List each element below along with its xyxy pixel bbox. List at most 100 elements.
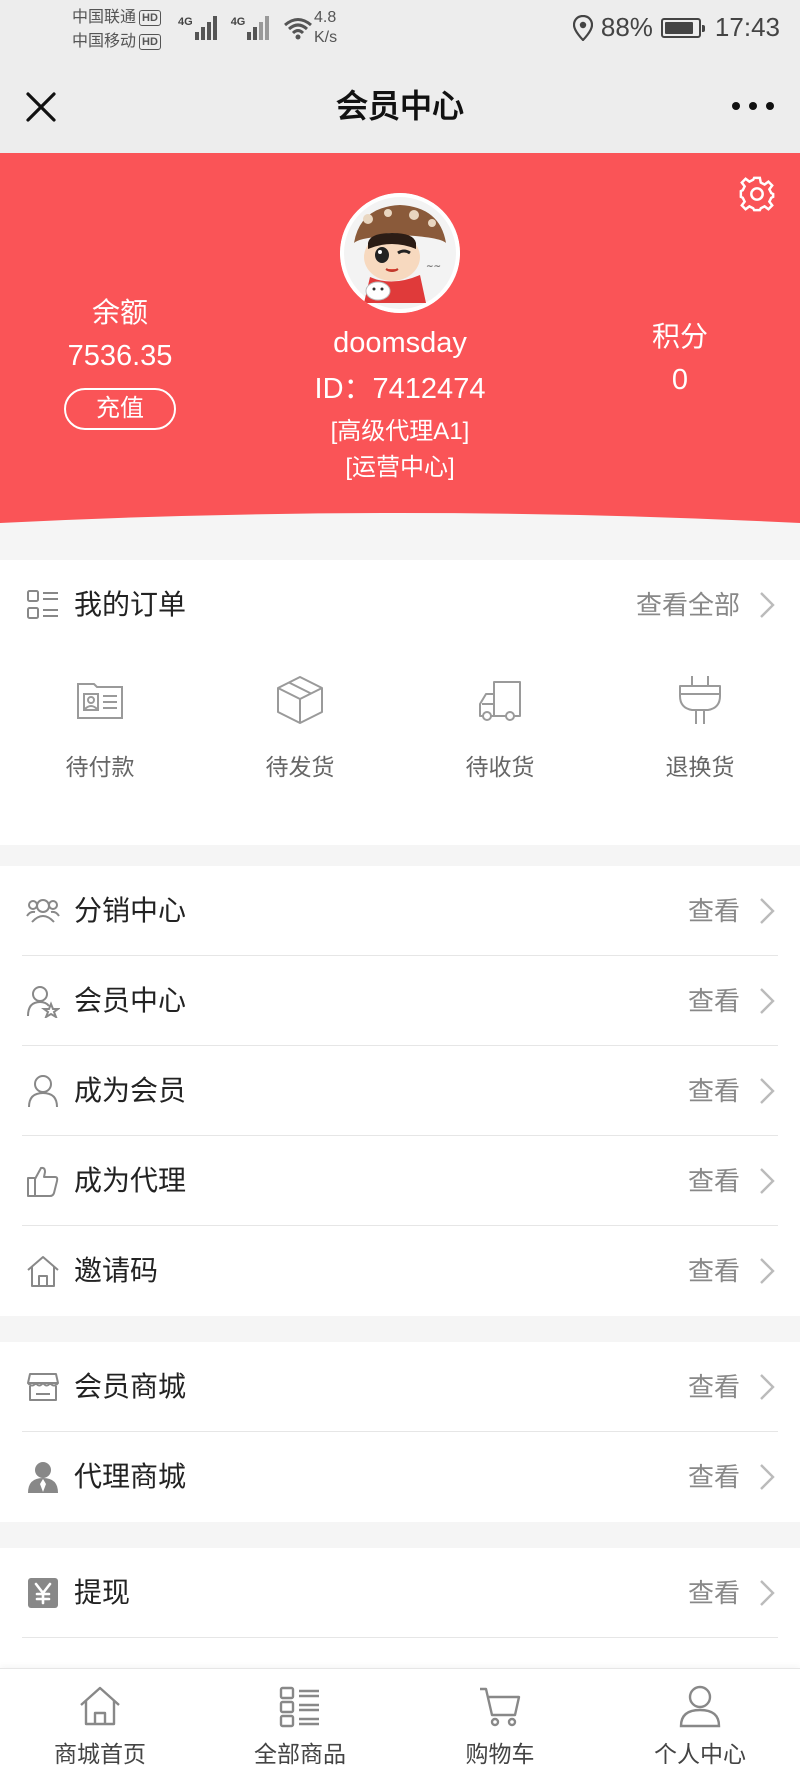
menu-item-link[interactable]: 查看 bbox=[688, 1070, 740, 1112]
group-icon bbox=[26, 899, 60, 923]
menu-group-finance: 提现 查看 bbox=[0, 1548, 800, 1668]
menu-item-label: 会员中心 bbox=[74, 985, 187, 1016]
menu-item-link[interactable]: 查看 bbox=[688, 1572, 740, 1614]
user-center-tag: [运营中心] bbox=[345, 454, 455, 481]
menu-item-label: 提现 bbox=[74, 1577, 131, 1608]
tab-profile[interactable]: 个人中心 bbox=[600, 1669, 800, 1778]
chevron-right-icon bbox=[760, 1464, 775, 1490]
clock: 17:43 bbox=[714, 12, 780, 42]
signal-icon bbox=[247, 16, 270, 40]
menu-item-link[interactable]: 查看 bbox=[688, 980, 740, 1022]
hd-badge-2: HD bbox=[139, 34, 161, 50]
battery-fill bbox=[664, 21, 694, 34]
menu-item-agent-store[interactable]: 代理商城 查看 bbox=[0, 1432, 800, 1522]
chevron-right-icon bbox=[760, 1374, 775, 1400]
home-icon bbox=[27, 1256, 59, 1287]
chevron-right-icon bbox=[760, 1168, 775, 1194]
menu-item-link[interactable]: 查看 bbox=[688, 1366, 740, 1408]
order-status-list: 待付款 待发货 待收货 退换货 bbox=[0, 660, 800, 810]
signal-icon-1: 4G bbox=[178, 14, 221, 40]
tab-cart[interactable]: 购物车 bbox=[400, 1669, 600, 1778]
tab-label: 全部商品 bbox=[254, 1741, 346, 1767]
divider bbox=[22, 1637, 778, 1638]
box-icon bbox=[277, 676, 323, 724]
bottom-tab-bar: 商城首页 全部商品 购物车 个人中心 bbox=[0, 1668, 800, 1778]
order-status-returns[interactable]: 退换货 bbox=[600, 660, 800, 810]
chevron-right-icon bbox=[760, 1580, 775, 1606]
network-speed-unit: K/s bbox=[314, 29, 338, 46]
tab-all-products[interactable]: 全部商品 bbox=[200, 1669, 400, 1778]
menu-item-link[interactable]: 查看 bbox=[688, 1160, 740, 1202]
order-status-label: 待发货 bbox=[265, 754, 335, 780]
id-card-icon bbox=[77, 683, 123, 719]
order-status-label: 待付款 bbox=[65, 754, 135, 780]
points-label: 积分 bbox=[651, 321, 708, 352]
menu-item-become-member[interactable]: 成为会员 查看 bbox=[0, 1046, 800, 1136]
user-id: ID：7412474 bbox=[314, 373, 486, 405]
points-value: 0 bbox=[671, 364, 689, 396]
menu-item-member-store[interactable]: 会员商城 查看 bbox=[0, 1342, 800, 1432]
yen-icon bbox=[28, 1578, 58, 1608]
battery-icon bbox=[660, 17, 705, 38]
app-root: 中国联通 HD 中国移动 HD 4G 4G 4.8 K/s 88% 17:43 … bbox=[0, 0, 800, 1778]
view-all-link[interactable]: 查看全部 bbox=[636, 584, 740, 626]
recharge-button[interactable]: 充值 bbox=[64, 388, 176, 430]
signal-icon bbox=[194, 16, 217, 40]
menu-item-label: 会员商城 bbox=[74, 1371, 187, 1402]
user-icon bbox=[679, 1685, 721, 1728]
menu-item-link[interactable]: 查看 bbox=[688, 1250, 740, 1292]
carrier-1-name: 中国联通 bbox=[72, 9, 137, 26]
network-speed-value: 4.8 bbox=[314, 9, 337, 26]
order-status-pending-payment[interactable]: 待付款 bbox=[0, 660, 200, 810]
chevron-right-icon bbox=[760, 988, 775, 1014]
chevron-right-icon bbox=[760, 592, 775, 618]
carrier-2: 中国移动 HD bbox=[72, 30, 161, 54]
order-status-pending-receipt[interactable]: 待收货 bbox=[400, 660, 600, 810]
tab-label: 购物车 bbox=[465, 1741, 535, 1767]
menu-item-link[interactable]: 查看 bbox=[688, 890, 740, 932]
menu-item-link[interactable]: 查看 bbox=[688, 1456, 740, 1498]
tab-label: 商城首页 bbox=[54, 1741, 146, 1767]
menu-item-label: 成为代理 bbox=[74, 1165, 187, 1196]
plug-icon bbox=[679, 676, 721, 724]
carrier-2-name: 中国移动 bbox=[72, 33, 137, 50]
menu-item-label: 成为会员 bbox=[74, 1075, 187, 1106]
network-type-1: 4G bbox=[178, 16, 193, 28]
agent-icon bbox=[28, 1462, 58, 1493]
points-block: 积分 0 bbox=[600, 320, 760, 400]
user-icon bbox=[28, 1075, 58, 1108]
menu-item-invite-code[interactable]: 邀请码 查看 bbox=[0, 1226, 800, 1316]
tab-home[interactable]: 商城首页 bbox=[0, 1669, 200, 1778]
order-status-label: 待收货 bbox=[465, 754, 535, 780]
nav-bar: 会员中心 bbox=[0, 60, 800, 153]
battery-percentage: 88% bbox=[600, 12, 653, 42]
my-orders-row[interactable]: 我的订单 查看全部 bbox=[0, 560, 800, 650]
more-icon[interactable] bbox=[728, 86, 778, 126]
tab-label: 个人中心 bbox=[654, 1741, 746, 1767]
user-info: doomsday ID：7412474 [高级代理A1] [运营中心] bbox=[250, 323, 550, 485]
menu-group-stores: 会员商城 查看 代理商城 查看 bbox=[0, 1342, 800, 1522]
menu-item-become-agent[interactable]: 成为代理 查看 bbox=[0, 1136, 800, 1226]
gear-icon[interactable] bbox=[738, 175, 776, 213]
avatar[interactable]: ~~ bbox=[340, 193, 460, 313]
wifi-icon bbox=[284, 18, 313, 40]
status-right: 88% 17:43 bbox=[572, 12, 780, 43]
order-list-icon bbox=[27, 590, 58, 619]
username: doomsday bbox=[333, 327, 467, 359]
order-status-pending-shipment[interactable]: 待发货 bbox=[200, 660, 400, 810]
order-status-label: 退换货 bbox=[665, 754, 735, 780]
balance-label: 余额 bbox=[91, 297, 148, 328]
orders-card: 我的订单 查看全部 待付款 待发货 待收货 退换货 bbox=[0, 560, 800, 845]
store-icon bbox=[27, 1373, 59, 1401]
avatar-image: ~~ bbox=[340, 193, 460, 313]
grid-list-icon bbox=[279, 1686, 319, 1728]
network-type-2: 4G bbox=[230, 16, 246, 28]
menu-item-label: 分销中心 bbox=[74, 895, 187, 926]
menu-item-distribution-center[interactable]: 分销中心 查看 bbox=[0, 866, 800, 956]
menu-item-label: 代理商城 bbox=[74, 1461, 187, 1492]
page-title: 会员中心 bbox=[335, 88, 464, 124]
network-speed: 4.8 K/s bbox=[314, 8, 337, 48]
chevron-right-icon bbox=[760, 1258, 775, 1284]
menu-item-member-center[interactable]: 会员中心 查看 bbox=[0, 956, 800, 1046]
menu-item-withdraw[interactable]: 提现 查看 bbox=[0, 1548, 800, 1638]
